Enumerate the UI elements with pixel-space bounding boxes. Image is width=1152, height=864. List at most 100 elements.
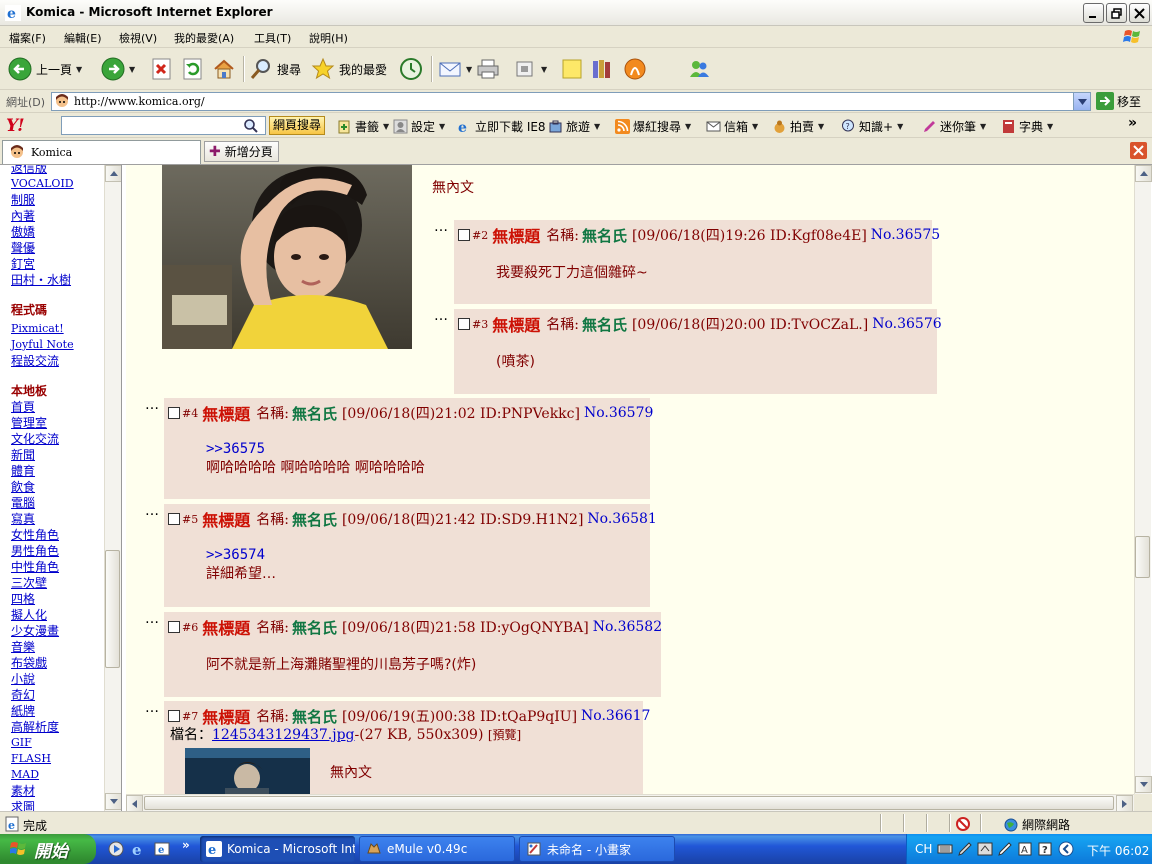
edit-button[interactable]: ▼ — [513, 56, 547, 82]
yahoo-knowledge-button[interactable]: ? 知識+ ▼ — [841, 118, 903, 135]
tray-collapse-icon[interactable] — [1058, 841, 1074, 857]
restore-button[interactable] — [1106, 3, 1127, 23]
keyboard-icon[interactable] — [937, 841, 953, 857]
scroll-up-button[interactable] — [105, 165, 121, 182]
minimize-button[interactable] — [1083, 3, 1104, 23]
delete-checkbox[interactable] — [168, 407, 180, 419]
board-link[interactable]: 中性角色 — [11, 559, 105, 575]
menu-help[interactable]: 說明(H) — [309, 30, 348, 46]
board-link[interactable]: 三次壁 — [11, 575, 105, 591]
language-indicator[interactable]: CH — [915, 842, 932, 856]
post-number-link[interactable]: No.36582 — [593, 619, 662, 635]
menu-view[interactable]: 檢視(V) — [119, 30, 157, 46]
scroll-thumb[interactable] — [1135, 536, 1150, 578]
yahoo-web-search-button[interactable]: 網頁搜尋 — [269, 116, 326, 135]
delete-checkbox[interactable] — [168, 513, 180, 525]
board-link[interactable]: VOCALOID — [11, 176, 105, 192]
research-button[interactable] — [590, 56, 614, 82]
scroll-thumb[interactable] — [144, 796, 1114, 810]
board-link[interactable]: 音樂 — [11, 639, 105, 655]
board-link[interactable]: 四格 — [11, 591, 105, 607]
board-link[interactable]: 寫真 — [11, 511, 105, 527]
board-link[interactable]: 新聞 — [11, 447, 105, 463]
board-link[interactable]: 聲優 — [11, 240, 105, 256]
post-number-link[interactable]: No.36575 — [871, 227, 940, 243]
new-tab-button[interactable]: ✚ 新增分頁 — [204, 141, 279, 162]
delete-checkbox[interactable] — [458, 229, 470, 241]
go-button[interactable]: 移至 — [1096, 92, 1141, 110]
yahoo-mail-button[interactable]: 信箱 ▼ — [706, 118, 758, 135]
board-link[interactable]: 釘宮 — [11, 256, 105, 272]
title-bar[interactable]: e Komica - Microsoft Internet Explorer — [0, 0, 1152, 26]
edit-dropdown-icon[interactable]: ▼ — [541, 65, 547, 74]
post-number-link[interactable]: No.36617 — [581, 708, 650, 724]
board-link[interactable]: 飲食 — [11, 479, 105, 495]
board-link[interactable]: 田村・水樹 — [11, 272, 105, 288]
yahoo-mininote-button[interactable]: 迷你筆 ▼ — [922, 118, 986, 135]
board-link[interactable]: 文化交流 — [11, 431, 105, 447]
delete-checkbox[interactable] — [458, 318, 470, 330]
content-horizontal-scrollbar[interactable] — [126, 794, 1134, 812]
delete-checkbox[interactable] — [168, 621, 180, 633]
mail-button[interactable]: ▼ — [438, 56, 472, 82]
board-link[interactable]: 制服 — [11, 192, 105, 208]
help-icon[interactable]: ? — [1037, 841, 1053, 857]
sidebar-scrollbar[interactable] — [104, 165, 121, 811]
content-vertical-scrollbar[interactable] — [1134, 165, 1152, 794]
delete-checkbox[interactable] — [168, 710, 180, 722]
board-link[interactable]: 擬人化 — [11, 607, 105, 623]
board-link[interactable]: 首頁 — [11, 399, 105, 415]
board-link[interactable]: 男性角色 — [11, 543, 105, 559]
quote-link[interactable]: >>36575 — [206, 440, 265, 459]
close-window-button[interactable] — [1129, 3, 1150, 23]
popup-blocker-icon[interactable] — [955, 816, 971, 832]
board-link[interactable]: MAD — [11, 767, 105, 783]
ime-edit-icon[interactable] — [997, 841, 1013, 857]
task-emule[interactable]: eMule v0.49c — [359, 836, 515, 862]
yahoo-travel-button[interactable]: 旅遊 ▼ — [548, 118, 600, 135]
board-link[interactable]: 布袋戲 — [11, 655, 105, 671]
desktop-ie-icon[interactable]: e — [154, 841, 170, 857]
ime-pad-icon[interactable] — [977, 841, 993, 857]
board-link[interactable]: 管理室 — [11, 415, 105, 431]
task-paint[interactable]: 未命名 - 小畫家 — [519, 836, 675, 862]
board-link[interactable]: 小說 — [11, 671, 105, 687]
board-link[interactable]: 求圖 — [11, 799, 105, 811]
scroll-left-button[interactable] — [126, 795, 143, 812]
yahoo-auction-button[interactable]: 拍賣 ▼ — [772, 118, 824, 135]
scroll-down-button[interactable] — [1135, 776, 1152, 793]
toolbar-overflow-chevron-icon[interactable]: » — [1128, 115, 1137, 131]
board-link[interactable]: 返信版 — [11, 165, 105, 176]
forward-dropdown-icon[interactable]: ▼ — [129, 65, 135, 74]
board-link[interactable]: Pixmicat! — [11, 321, 105, 337]
yahoo-logo[interactable]: Y! — [6, 116, 25, 136]
yahoo-search-input[interactable] — [61, 116, 266, 135]
yahoo-download-ie8-button[interactable]: e 立即下載 IE8 — [457, 118, 546, 135]
address-dropdown-button[interactable] — [1073, 93, 1090, 110]
board-link[interactable]: 奇幻 — [11, 687, 105, 703]
media-player-icon[interactable] — [108, 841, 124, 857]
messenger-button[interactable] — [623, 56, 647, 82]
menu-favorites[interactable]: 我的最愛(A) — [174, 30, 234, 46]
history-button[interactable] — [399, 56, 423, 82]
yahoo-bookmarks-button[interactable]: 書籤 ▼ — [337, 118, 389, 135]
board-link[interactable]: 少女漫畫 — [11, 623, 105, 639]
board-link[interactable]: 傲嬌 — [11, 224, 105, 240]
board-link[interactable]: 體育 — [11, 463, 105, 479]
scroll-down-button[interactable] — [105, 793, 121, 810]
board-link[interactable]: 電腦 — [11, 495, 105, 511]
print-button[interactable] — [476, 56, 500, 82]
back-button[interactable]: 上一頁 ▼ — [8, 56, 82, 82]
menu-file[interactable]: 檔案(F) — [9, 30, 46, 46]
stop-button[interactable] — [150, 56, 174, 82]
op-image[interactable] — [162, 165, 412, 349]
quicklaunch-overflow-chevron-icon[interactable]: » — [182, 838, 190, 852]
yahoo-settings-button[interactable]: 設定 ▼ — [393, 118, 445, 135]
board-link[interactable]: GIF — [11, 735, 105, 751]
home-button[interactable] — [212, 56, 236, 82]
search-icon[interactable] — [243, 118, 259, 134]
post-number-link[interactable]: No.36581 — [587, 511, 656, 527]
ie-quicklaunch-icon[interactable]: e — [131, 841, 147, 857]
quote-link[interactable]: >>36574 — [206, 546, 265, 565]
menu-tools[interactable]: 工具(T) — [254, 30, 291, 46]
